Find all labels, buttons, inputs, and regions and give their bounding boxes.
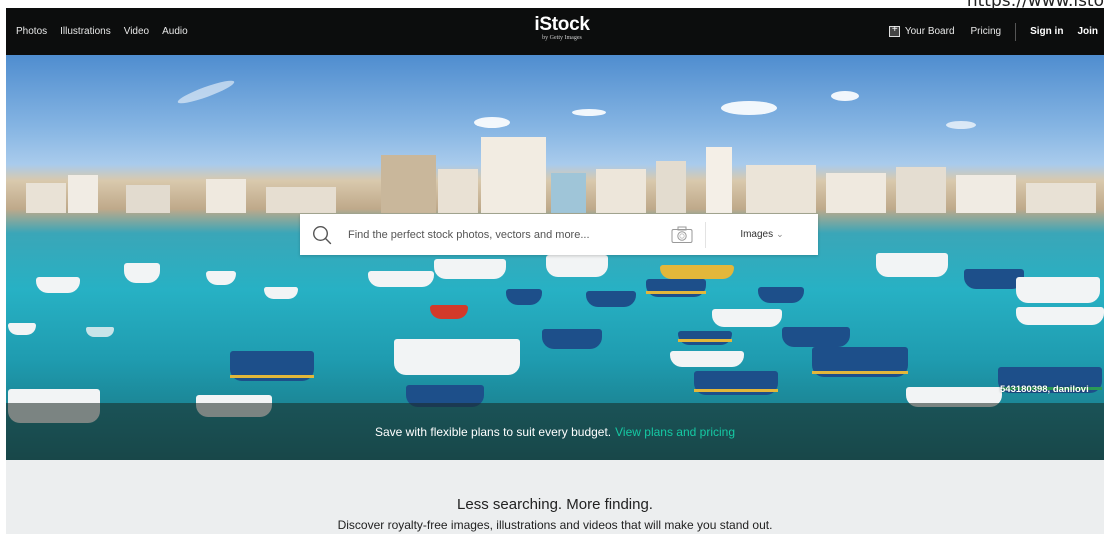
istock-logo[interactable]: iStock by Getty Images [528,14,596,41]
building [596,169,646,213]
boat-stripe [646,291,706,294]
board-icon [888,24,900,37]
boat [230,351,314,381]
boat [964,269,1024,289]
boat [1016,277,1100,303]
intro-section: Less searching. More finding. Discover r… [6,460,1104,534]
boat-stripe [694,389,778,392]
building [206,179,246,213]
top-navigation-bar: Photos Illustrations Video Audio iStock … [6,8,1104,55]
view-plans-link[interactable]: View plans and pricing [615,425,735,439]
building [826,173,886,213]
image-credit: 543180398, danilovi [1000,384,1089,395]
boat [86,327,114,337]
logo-wordmark: iStock [534,14,590,35]
building [68,175,98,213]
boat-stripe [812,371,908,374]
building [896,167,946,213]
nav-illustrations[interactable]: Illustrations [60,26,111,37]
boat [434,259,506,279]
boat [670,351,744,367]
boat [542,329,602,349]
nav-audio[interactable]: Audio [162,26,188,37]
building [26,183,66,213]
cloud-shape [721,101,777,115]
boat-stripe [678,339,732,342]
sign-in-link[interactable]: Sign in [1030,26,1063,37]
nav-video[interactable]: Video [124,26,149,37]
boat [546,255,608,277]
boat [876,253,948,277]
building [126,185,170,213]
search-bar: Images ⌄ [300,214,818,255]
page-tagline: Less searching. More finding. [457,496,653,513]
building [481,137,546,213]
boat [782,327,850,347]
building [266,187,336,213]
hero-image: Images ⌄ 543180398, danilovi Save with f… [6,55,1104,460]
cloud-shape [474,117,510,128]
building [656,161,686,213]
search-icon[interactable] [312,225,332,245]
nav-photos[interactable]: Photos [16,26,47,37]
building [381,155,436,213]
media-type-select[interactable]: Images ⌄ [706,214,818,255]
pricing-link[interactable]: Pricing [971,26,1002,37]
camera-icon[interactable] [671,226,693,244]
boat [712,309,782,327]
your-board-label: Your Board [904,26,955,37]
cloud-shape [572,109,606,116]
boat [368,271,434,287]
media-type-selected: Images [740,229,774,240]
boat [1016,307,1104,325]
building [1026,183,1096,213]
boat [506,289,542,305]
boat [646,279,706,297]
browser-url-fragment: https://www.isto [966,0,1104,11]
search-input[interactable] [348,214,671,255]
boat [758,287,804,303]
boat-stripe [230,375,314,378]
page-frame: Photos Illustrations Video Audio iStock … [6,8,1104,534]
building [438,169,478,213]
cloud-shape [946,121,976,129]
building [956,175,1016,213]
boat [812,347,908,377]
cloud-shape [176,77,236,107]
boat [36,277,80,293]
promo-text: Save with flexible plans to suit every b… [375,424,612,439]
join-link[interactable]: Join [1077,26,1098,37]
boat [8,323,36,335]
account-nav: Your Board Pricing Sign in Join [888,8,1098,55]
chevron-down-icon: ⌄ [776,229,784,239]
nav-divider [1015,22,1017,41]
building [746,165,816,213]
boat [694,371,778,395]
building [706,147,732,213]
boat [124,263,160,283]
boat [660,265,734,279]
boat [206,271,236,285]
boat [678,331,732,345]
boat [586,291,636,307]
boat [264,287,298,299]
town-skyline [6,133,1104,213]
building [551,173,586,213]
promo-banner: Save with flexible plans to suit every b… [6,403,1104,460]
your-board-link[interactable]: Your Board [888,24,955,37]
cloud-shape [831,91,859,101]
boat [430,305,468,319]
page-subline: Discover royalty-free images, illustrati… [337,518,773,532]
media-type-nav: Photos Illustrations Video Audio [6,26,188,37]
boat [394,339,520,375]
